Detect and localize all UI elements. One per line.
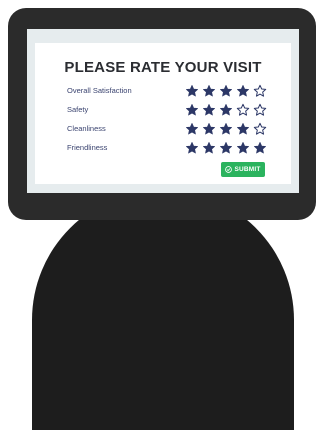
rating-row-cleanliness: Cleanliness: [35, 122, 291, 136]
rating-row-friendliness: Friendliness: [35, 141, 291, 155]
rating-label: Cleanliness: [67, 124, 106, 133]
star-filled-icon[interactable]: [202, 103, 216, 117]
star-outline-icon[interactable]: [253, 122, 267, 136]
star-filled-icon[interactable]: [219, 103, 233, 117]
rating-label: Overall Satisfaction: [67, 86, 132, 95]
star-filled-icon[interactable]: [236, 84, 250, 98]
star-filled-icon[interactable]: [185, 141, 199, 155]
star-filled-icon[interactable]: [236, 141, 250, 155]
rating-row-safety: Safety: [35, 103, 291, 117]
rating-panel: PLEASE RATE YOUR VISIT Overall Satisfact…: [35, 43, 291, 184]
submit-button[interactable]: SUBMIT: [221, 162, 265, 177]
star-filled-icon[interactable]: [219, 141, 233, 155]
rating-row-overall-satisfaction: Overall Satisfaction: [35, 84, 291, 98]
star-filled-icon[interactable]: [185, 84, 199, 98]
star-outline-icon[interactable]: [253, 103, 267, 117]
star-filled-icon[interactable]: [202, 141, 216, 155]
star-outline-icon[interactable]: [253, 84, 267, 98]
person-silhouette: [32, 190, 294, 430]
star-rating[interactable]: [185, 84, 267, 98]
star-filled-icon[interactable]: [202, 84, 216, 98]
star-rating[interactable]: [185, 122, 267, 136]
rating-label: Safety: [67, 105, 89, 114]
star-filled-icon[interactable]: [236, 122, 250, 136]
page-title: PLEASE RATE YOUR VISIT: [64, 59, 262, 76]
rating-label: Friendliness: [67, 143, 108, 152]
star-filled-icon[interactable]: [202, 122, 216, 136]
star-filled-icon[interactable]: [219, 122, 233, 136]
star-rating[interactable]: [185, 103, 267, 117]
star-filled-icon[interactable]: [185, 122, 199, 136]
submit-label: SUBMIT: [234, 166, 261, 173]
star-filled-icon[interactable]: [253, 141, 267, 155]
check-circle-icon: [225, 166, 233, 173]
star-outline-icon[interactable]: [236, 103, 250, 117]
star-rating[interactable]: [185, 141, 267, 155]
star-filled-icon[interactable]: [185, 103, 199, 117]
star-filled-icon[interactable]: [219, 84, 233, 98]
